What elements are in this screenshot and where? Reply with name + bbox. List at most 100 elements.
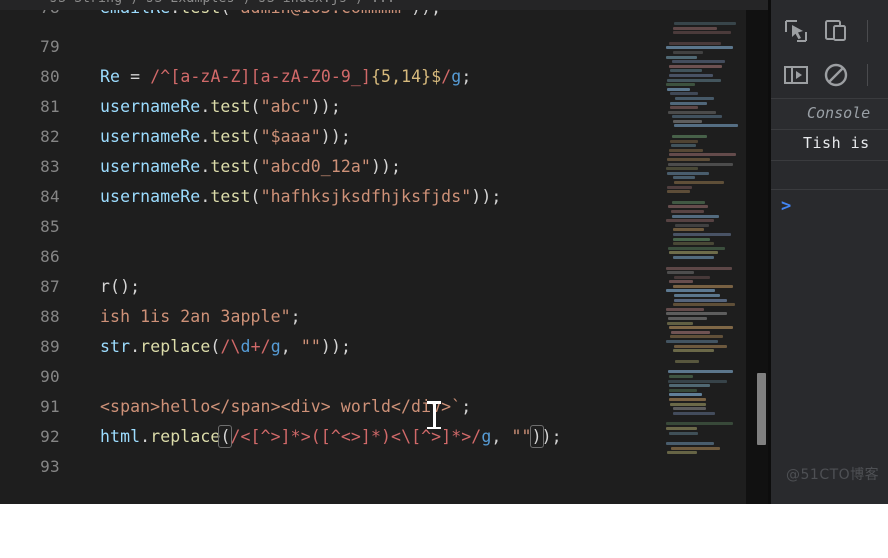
line-content: html.replace(/<[^>]*>([^<>]*)<\[^>]*>/g,… <box>100 425 562 448</box>
code-line[interactable]: 83 usernameRe.test("abcd0_12a")); <box>8 152 660 182</box>
devtools-panel: to Console Tish is > @51CTO博客 <box>771 0 888 504</box>
minimap-line <box>672 214 719 218</box>
code-line[interactable]: 81 usernameRe.test("abc")); <box>8 92 660 122</box>
line-number: 86 <box>40 247 60 266</box>
minimap-line <box>674 344 727 348</box>
minimap-line <box>669 73 713 77</box>
code-line[interactable]: 92 html.replace(/<[^>]*>([^<>]*)<\[^>]*>… <box>8 422 660 452</box>
minimap-line <box>669 374 693 378</box>
minimap-line <box>673 31 731 35</box>
code-line[interactable]: 78 emailRe.test("admin@163.commmm")); <box>8 10 660 32</box>
minimap-line <box>669 148 703 152</box>
minimap-line <box>674 294 720 298</box>
code-line[interactable]: 93 <box>8 452 660 482</box>
minimap-line <box>673 50 703 54</box>
minimap-line <box>671 144 696 148</box>
minimap-line <box>670 402 706 406</box>
code-line[interactable]: 84 usernameRe.test("hafhksjksdfhjksfjds"… <box>8 182 660 212</box>
minimap-line <box>666 312 727 316</box>
line-number: 89 <box>40 337 60 356</box>
minimap-line <box>672 135 707 139</box>
minimap-line <box>669 153 736 157</box>
minimap-line <box>667 451 697 455</box>
code-line[interactable]: 90 <box>8 362 660 392</box>
minimap-line <box>674 181 724 184</box>
code-editor[interactable]: 78 emailRe.test("admin@163.commmm")); 79… <box>8 10 660 504</box>
minimap-line <box>666 266 732 270</box>
minimap-line <box>667 87 690 91</box>
minimap-line <box>670 69 702 73</box>
line-number: 88 <box>40 307 60 326</box>
minimap-line <box>668 162 733 166</box>
minimap-line <box>669 384 710 388</box>
minimap-line <box>673 407 706 411</box>
line-number: 78 <box>8 10 60 16</box>
screenshot-root: JS String ) JS Examples ) JS index.js ) … <box>0 0 888 558</box>
minimap-line <box>666 340 718 343</box>
device-toolbar-icon[interactable] <box>823 18 849 48</box>
minimap-line <box>667 190 690 194</box>
line-number: 83 <box>40 157 60 176</box>
code-line[interactable]: 91 <span>hello</span><div> world</div>`; <box>8 392 660 422</box>
line-number: 90 <box>40 367 60 386</box>
minimap-line <box>666 307 704 311</box>
minimap-line <box>666 55 697 59</box>
console-toolbar: to <box>771 54 888 137</box>
code-line[interactable]: 87 r(); <box>8 272 660 302</box>
vscode-window: JS String ) JS Examples ) JS index.js ) … <box>0 0 888 504</box>
line-content: usernameRe.test("abc")); <box>100 97 341 116</box>
minimap-line <box>668 205 708 209</box>
minimap-line <box>667 321 693 325</box>
code-line[interactable]: 89 str.replace(/\d+/g, "")); <box>8 332 660 362</box>
line-content: <span>hello</span><div> world</div>`; <box>100 397 472 416</box>
minimap-line <box>673 237 710 241</box>
clear-console-icon[interactable] <box>823 62 849 92</box>
minimap-line <box>670 92 698 96</box>
minimap-line <box>673 284 733 288</box>
minimap-line <box>666 167 698 171</box>
inspect-element-icon[interactable] <box>783 18 809 48</box>
console-sidebar-icon[interactable] <box>783 62 809 92</box>
editor-scrollbar-thumb[interactable] <box>757 373 766 445</box>
minimap-line <box>669 431 698 435</box>
minimap-line <box>670 106 698 110</box>
minimap-line <box>668 317 707 321</box>
code-line[interactable]: 88 ish 1is 2an 3apple"; <box>8 302 660 332</box>
minimap-line <box>669 41 721 45</box>
line-number: 80 <box>40 67 60 86</box>
line-content: usernameRe.test("$aaa")); <box>100 127 351 146</box>
minimap-line <box>673 303 735 307</box>
line-content: str.replace(/\d+/g, "")); <box>100 337 352 356</box>
minimap-line <box>673 176 695 180</box>
code-line[interactable]: 80 Re = /^[a-zA-Z][a-zA-Z0-9_]{5,14}$/g; <box>8 62 660 92</box>
line-number: 87 <box>40 277 60 296</box>
console-prompt-icon[interactable]: > <box>781 196 791 216</box>
toolbar-separator <box>867 20 868 42</box>
minimap-line <box>674 298 727 302</box>
minimap-line <box>671 446 720 450</box>
minimap-line <box>672 60 725 64</box>
code-line[interactable]: 86 <box>8 242 660 272</box>
line-number: 91 <box>40 397 60 416</box>
devtools-toolbar <box>771 8 888 55</box>
minimap-line <box>669 280 693 284</box>
line-number: 93 <box>40 457 60 476</box>
minimap-line <box>674 275 710 279</box>
code-line[interactable]: 82 usernameRe.test("$aaa")); <box>8 122 660 152</box>
line-number: 82 <box>40 127 60 146</box>
code-line[interactable]: 85 <box>8 212 660 242</box>
minimap-line <box>674 124 738 128</box>
minimap-line <box>666 426 697 430</box>
minimap-line <box>666 289 715 293</box>
minimap-line <box>675 359 699 363</box>
breadcrumb-strip[interactable]: JS String ) JS Examples ) JS index.js ) … <box>0 0 888 10</box>
minimap-line <box>669 326 733 330</box>
editor-minimap[interactable] <box>662 10 742 504</box>
minimap-line <box>670 335 723 339</box>
minimap-line <box>666 83 695 87</box>
code-line[interactable]: 79 <box>8 32 660 62</box>
minimap-gap <box>666 36 738 42</box>
minimap-line <box>666 219 714 223</box>
line-content: emailRe.test("admin@163.commmm")); <box>100 10 441 16</box>
minimap-line <box>673 255 714 259</box>
